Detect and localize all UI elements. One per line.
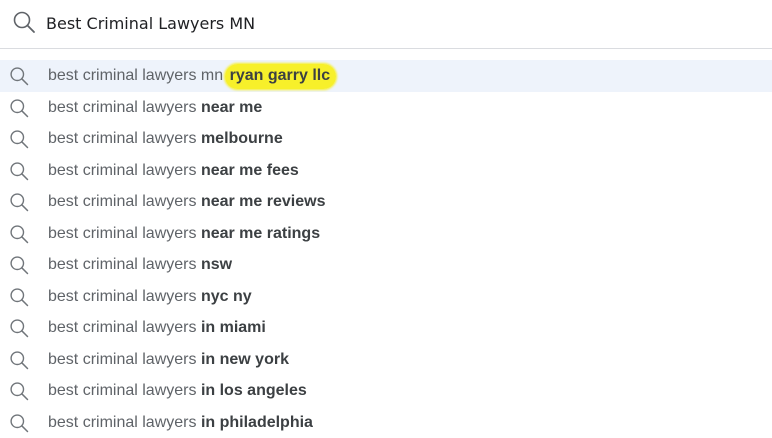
suggestion-text: best criminal lawyers near me fees xyxy=(48,161,299,181)
suggestion-prefix: best criminal lawyers xyxy=(48,319,196,336)
suggestion-prefix: best criminal lawyers xyxy=(48,414,196,431)
suggestion-prefix: best criminal lawyers xyxy=(48,288,196,305)
suggestion-completion: near me fees xyxy=(201,162,299,179)
suggestion-completion: in miami xyxy=(201,319,266,336)
suggestion-completion: nsw xyxy=(201,256,232,273)
suggestion-item[interactable]: best criminal lawyers in philadelphia xyxy=(0,407,772,438)
suggestion-completion: in new york xyxy=(201,351,289,368)
suggestion-completion: in philadelphia xyxy=(201,414,313,431)
search-icon xyxy=(9,224,29,244)
search-icon xyxy=(9,350,29,370)
suggestion-text: best criminal lawyers mn ryan garry llc xyxy=(48,66,336,86)
suggestion-item[interactable]: best criminal lawyers mn ryan garry llc xyxy=(0,60,772,92)
suggestion-item[interactable]: best criminal lawyers near me reviews xyxy=(0,186,772,218)
search-icon xyxy=(9,413,29,433)
search-input[interactable] xyxy=(46,11,746,35)
suggestion-text: best criminal lawyers near me xyxy=(48,98,262,118)
search-icon xyxy=(9,287,29,307)
suggestion-prefix: best criminal lawyers xyxy=(48,256,196,273)
suggestion-text: best criminal lawyers in philadelphia xyxy=(48,413,313,433)
suggestion-item[interactable]: best criminal lawyers in los angeles xyxy=(0,375,772,407)
suggestion-prefix: best criminal lawyers xyxy=(48,351,196,368)
suggestion-prefix: best criminal lawyers xyxy=(48,130,196,147)
search-icon xyxy=(9,161,29,181)
suggestion-item[interactable]: best criminal lawyers near me ratings xyxy=(0,218,772,250)
suggestion-text: best criminal lawyers nyc ny xyxy=(48,287,252,307)
suggestion-completion: ryan garry llc xyxy=(225,64,337,89)
suggestion-text: best criminal lawyers in los angeles xyxy=(48,381,307,401)
search-icon xyxy=(9,255,29,275)
suggestion-item[interactable]: best criminal lawyers near me xyxy=(0,92,772,124)
suggestion-completion: in los angeles xyxy=(201,382,307,399)
suggestion-text: best criminal lawyers near me ratings xyxy=(48,224,320,244)
suggestion-item[interactable]: best criminal lawyers near me fees xyxy=(0,155,772,187)
suggestion-completion: near me reviews xyxy=(201,193,326,210)
suggestion-completion: melbourne xyxy=(201,130,283,147)
suggestion-list: best criminal lawyers mn ryan garry llcb… xyxy=(0,60,772,438)
suggestion-text: best criminal lawyers in miami xyxy=(48,318,266,338)
suggestion-prefix: best criminal lawyers xyxy=(48,382,196,399)
suggestion-prefix: best criminal lawyers xyxy=(48,193,196,210)
suggestion-item[interactable]: best criminal lawyers melbourne xyxy=(0,123,772,155)
search-icon xyxy=(12,10,36,34)
suggestion-text: best criminal lawyers in new york xyxy=(48,350,289,370)
suggestion-prefix: best criminal lawyers xyxy=(48,225,196,242)
search-icon xyxy=(9,381,29,401)
suggestion-prefix: best criminal lawyers mn xyxy=(48,67,223,84)
suggestion-completion: near me xyxy=(201,99,262,116)
suggestion-item[interactable]: best criminal lawyers in miami xyxy=(0,312,772,344)
search-icon xyxy=(9,66,29,86)
search-icon xyxy=(9,318,29,338)
search-icon xyxy=(9,192,29,212)
suggestion-text: best criminal lawyers melbourne xyxy=(48,129,283,149)
suggestion-prefix: best criminal lawyers xyxy=(48,162,196,179)
suggestion-item[interactable]: best criminal lawyers nsw xyxy=(0,249,772,281)
search-icon xyxy=(9,129,29,149)
suggestion-item[interactable]: best criminal lawyers in new york xyxy=(0,344,772,376)
search-icon xyxy=(9,98,29,118)
suggestion-prefix: best criminal lawyers xyxy=(48,99,196,116)
suggestion-text: best criminal lawyers near me reviews xyxy=(48,192,325,212)
search-bar xyxy=(0,0,772,49)
suggestion-completion: nyc ny xyxy=(201,288,252,305)
suggestion-text: best criminal lawyers nsw xyxy=(48,255,232,275)
suggestion-completion: near me ratings xyxy=(201,225,320,242)
suggestion-item[interactable]: best criminal lawyers nyc ny xyxy=(0,281,772,313)
